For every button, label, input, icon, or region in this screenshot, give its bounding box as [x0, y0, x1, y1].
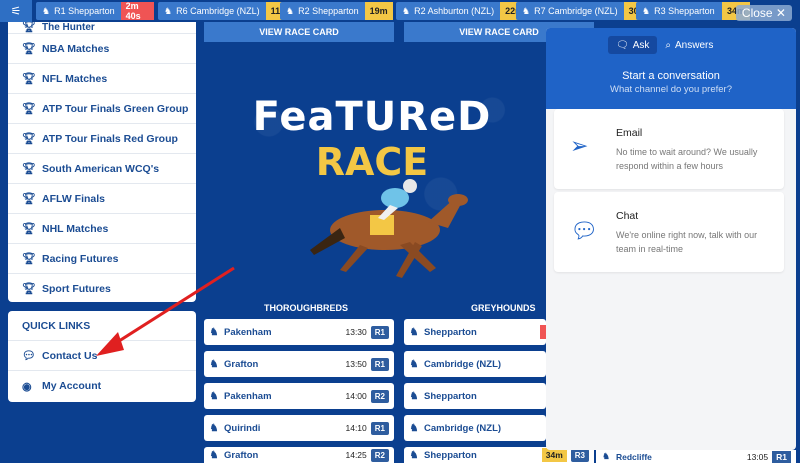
- tab-answers[interactable]: ⌕ Answers: [657, 36, 721, 54]
- trophy-icon: 🏆︎: [22, 283, 36, 295]
- sidebar-item[interactable]: 🏆︎ AFLW Finals: [8, 184, 196, 214]
- filter-icon[interactable]: ⚟: [0, 0, 32, 22]
- race-row[interactable]: ♞ Shepparton: [404, 383, 546, 409]
- sidebar-item[interactable]: 🏆︎ NBA Matches: [8, 34, 196, 64]
- trophy-icon: 🏆︎: [22, 163, 36, 175]
- race-row[interactable]: ♞ Pakenham 13:30 R1: [204, 319, 394, 345]
- trophy-icon: 🏆︎: [22, 133, 36, 145]
- search-icon: ⌕: [665, 39, 671, 51]
- chat-header: 🗨︎ Ask ⌕ Answers Start a conversation Wh…: [546, 28, 796, 109]
- ticker-item[interactable]: ♞ R3 Shepparton 34m: [636, 2, 750, 20]
- horse-icon: ♞: [522, 5, 531, 16]
- ticker-item[interactable]: ♞ R1 Shepparton 2m 40s: [36, 1, 154, 21]
- sidebar-item[interactable]: 🏆︎ The Hunter: [8, 22, 196, 34]
- sidebar-item[interactable]: 🏆︎ ATP Tour Finals Green Group: [8, 94, 196, 124]
- ticker-item[interactable]: ♞ R2 Ashburton (NZL) 22m: [396, 2, 529, 20]
- horse-icon: ♞: [209, 422, 219, 434]
- email-option[interactable]: ➢ Email No time to wait around? We usual…: [554, 109, 784, 189]
- trophy-icon: 🏆︎: [22, 253, 36, 265]
- greyhound-icon: ♞: [409, 358, 419, 370]
- horse-icon: ♞: [209, 358, 219, 370]
- race-row[interactable]: ♞ Quirindi 14:10 R1: [204, 415, 394, 441]
- race-row[interactable]: ♞ Cambridge (NZL): [404, 351, 546, 377]
- view-race-card-button[interactable]: VIEW RACE CARD: [204, 22, 394, 42]
- horse-icon: ♞: [42, 5, 51, 16]
- race-row[interactable]: ♞ Shepparton: [404, 319, 546, 345]
- greyhound-icon: ♞: [602, 451, 610, 461]
- horse-icon: ♞: [164, 5, 173, 16]
- user-circle-icon: ◉: [22, 380, 32, 393]
- trophy-icon: 🏆︎: [22, 193, 36, 205]
- racehorse-illustration: [310, 179, 468, 278]
- horse-icon: ♞: [209, 449, 219, 461]
- greyhound-icon: ♞: [409, 422, 419, 434]
- quick-links: QUICK LINKS 💬︎ Contact Us ◉ My Account: [8, 311, 196, 402]
- horse-icon: ♞: [209, 390, 219, 402]
- chat-option[interactable]: 💬︎ Chat We're online right now, talk wit…: [554, 192, 784, 272]
- horse-icon: ♞: [209, 326, 219, 338]
- contact-us-link[interactable]: 💬︎ Contact Us: [8, 341, 196, 371]
- trophy-icon: 🏆︎: [22, 223, 36, 235]
- quick-links-header: QUICK LINKS: [8, 311, 196, 341]
- trophy-icon: 🏆︎: [22, 43, 36, 55]
- ticker-item[interactable]: ♞ R6 Cambridge (NZL) 11m: [158, 2, 294, 20]
- featured-race-banner[interactable]: FeaTUReD RACE: [200, 50, 544, 290]
- close-button[interactable]: Close ✕: [735, 5, 792, 21]
- chat-bubbles-icon: 💬︎: [22, 350, 36, 362]
- chat-bubbles-icon: 💬︎: [570, 218, 598, 243]
- ticker-item[interactable]: ♞ R7 Cambridge (NZL) 30m: [516, 2, 652, 20]
- sidebar-item[interactable]: 🏆︎ ATP Tour Finals Red Group: [8, 124, 196, 154]
- ticker-item[interactable]: ♞ R2 Shepparton 19m: [280, 2, 393, 20]
- sidebar-item[interactable]: 🏆︎ Racing Futures: [8, 244, 196, 274]
- race-row[interactable]: ♞ Redcliffe 13:05 R1: [596, 450, 796, 463]
- race-row[interactable]: ♞ Pakenham 14:00 R2: [204, 383, 394, 409]
- greyhound-icon: ♞: [409, 390, 419, 402]
- race-ticker: ⚟ ♞ R1 Shepparton 2m 40s ♞ R6 Cambridge …: [0, 0, 800, 22]
- tab-ask[interactable]: 🗨︎ Ask: [608, 36, 658, 54]
- my-account-link[interactable]: ◉ My Account: [8, 371, 196, 401]
- speech-bubble-icon: 🗨︎: [616, 39, 629, 51]
- sidebar-item[interactable]: 🏆︎ NHL Matches: [8, 214, 196, 244]
- paper-plane-icon: ➢: [570, 133, 589, 158]
- horse-icon: ♞: [286, 5, 295, 16]
- greyhound-icon: ♞: [409, 326, 419, 338]
- trophy-icon: 🏆︎: [22, 22, 36, 33]
- trophy-icon: 🏆︎: [22, 103, 36, 115]
- race-row[interactable]: ♞ Cambridge (NZL): [404, 415, 546, 441]
- chat-panel: 🗨︎ Ask ⌕ Answers Start a conversation Wh…: [546, 28, 796, 450]
- sidebar-item[interactable]: 🏆︎ NFL Matches: [8, 64, 196, 94]
- chat-title: Start a conversation: [622, 70, 720, 82]
- trophy-icon: 🏆︎: [22, 73, 36, 85]
- sidebar-item[interactable]: 🏆︎ South American WCQ's: [8, 154, 196, 184]
- horse-icon: ♞: [402, 5, 411, 16]
- thoroughbreds-header: THOROUGHBREDS: [264, 303, 349, 313]
- greyhound-icon: ♞: [409, 449, 419, 461]
- greyhounds-header: GREYHOUNDS: [471, 303, 536, 313]
- race-row[interactable]: ♞ Grafton 14:25 R2: [204, 447, 394, 463]
- sidebar-item[interactable]: 🏆︎ Sport Futures: [8, 274, 196, 302]
- sidebar: 🏆︎ The Hunter 🏆︎ NBA Matches 🏆︎ NFL Matches…: [8, 22, 196, 302]
- race-row[interactable]: ♞ Grafton 13:50 R1: [204, 351, 394, 377]
- horse-icon: ♞: [642, 5, 651, 16]
- chat-subtitle: What channel do you prefer?: [610, 84, 732, 95]
